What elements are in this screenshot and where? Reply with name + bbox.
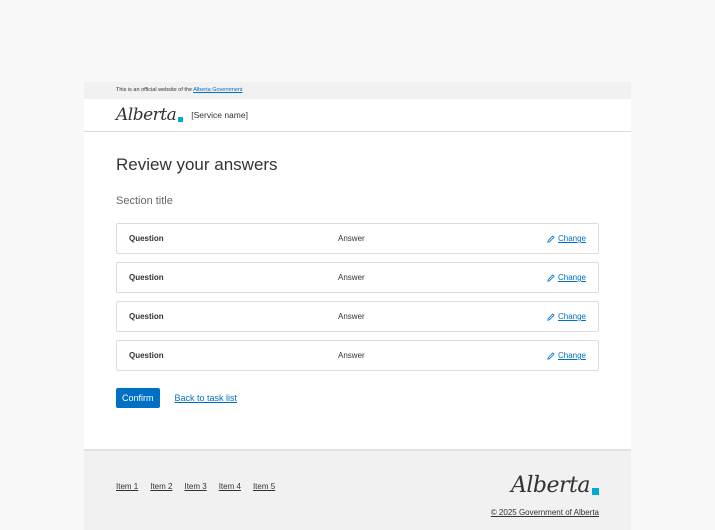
question-label: Question bbox=[129, 273, 164, 282]
form-actions: Confirm Back to task list bbox=[116, 388, 599, 408]
review-row: Question Answer Change bbox=[116, 223, 599, 254]
review-list: Question Answer Change Question Answer C… bbox=[116, 223, 599, 371]
question-label: Question bbox=[129, 351, 164, 360]
official-text: This is an official website of the bbox=[116, 87, 193, 93]
footer-nav: Item 1 Item 2 Item 3 Item 4 Item 5 bbox=[116, 482, 287, 491]
review-row: Question Answer Change bbox=[116, 301, 599, 332]
header: Alberta [Service name] bbox=[84, 99, 631, 132]
footer-logo-flag-icon bbox=[592, 488, 599, 495]
footer-nav-item-4[interactable]: Item 4 bbox=[219, 482, 241, 491]
footer: Item 1 Item 2 Item 3 Item 4 Item 5 Alber… bbox=[84, 449, 631, 530]
official-website-bar: This is an official website of the Alber… bbox=[84, 82, 631, 99]
change-link[interactable]: Change bbox=[547, 312, 586, 321]
pencil-icon bbox=[547, 273, 555, 282]
page: This is an official website of the Alber… bbox=[84, 82, 631, 530]
change-link[interactable]: Change bbox=[547, 273, 586, 282]
alberta-government-link[interactable]: Alberta Government bbox=[193, 87, 242, 93]
logo-wordmark: Alberta bbox=[116, 104, 177, 125]
pencil-icon bbox=[547, 312, 555, 321]
footer-nav-item-5[interactable]: Item 5 bbox=[253, 482, 275, 491]
logo-flag-icon bbox=[178, 116, 184, 122]
review-row: Question Answer Change bbox=[116, 262, 599, 293]
change-link[interactable]: Change bbox=[547, 351, 586, 360]
pencil-icon bbox=[547, 351, 555, 360]
back-to-task-list-link[interactable]: Back to task list bbox=[175, 393, 238, 403]
answer-value: Answer bbox=[338, 234, 365, 243]
change-label: Change bbox=[557, 234, 586, 243]
footer-logo-wordmark: Alberta bbox=[511, 473, 591, 498]
footer-nav-item-2[interactable]: Item 2 bbox=[150, 482, 172, 491]
change-link[interactable]: Change bbox=[547, 234, 586, 243]
alberta-logo[interactable]: Alberta bbox=[116, 104, 184, 125]
review-row: Question Answer Change bbox=[116, 340, 599, 371]
question-label: Question bbox=[129, 312, 164, 321]
main-content: Review your answers Section title Questi… bbox=[84, 155, 631, 408]
answer-value: Answer bbox=[338, 351, 365, 360]
answer-value: Answer bbox=[338, 312, 365, 321]
page-title: Review your answers bbox=[116, 155, 278, 174]
footer-nav-item-1[interactable]: Item 1 bbox=[116, 482, 138, 491]
footer-alberta-logo[interactable]: Alberta bbox=[511, 475, 599, 497]
change-label: Change bbox=[557, 351, 586, 360]
change-label: Change bbox=[557, 312, 586, 321]
section-title: Section title bbox=[116, 195, 173, 207]
change-label: Change bbox=[557, 273, 586, 282]
copyright-link[interactable]: © 2025 Government of Alberta bbox=[491, 508, 599, 517]
footer-nav-item-3[interactable]: Item 3 bbox=[184, 482, 206, 491]
service-name: [Service name] bbox=[191, 110, 248, 120]
question-label: Question bbox=[129, 234, 164, 243]
pencil-icon bbox=[547, 234, 555, 243]
confirm-button[interactable]: Confirm bbox=[116, 388, 160, 408]
answer-value: Answer bbox=[338, 273, 365, 282]
